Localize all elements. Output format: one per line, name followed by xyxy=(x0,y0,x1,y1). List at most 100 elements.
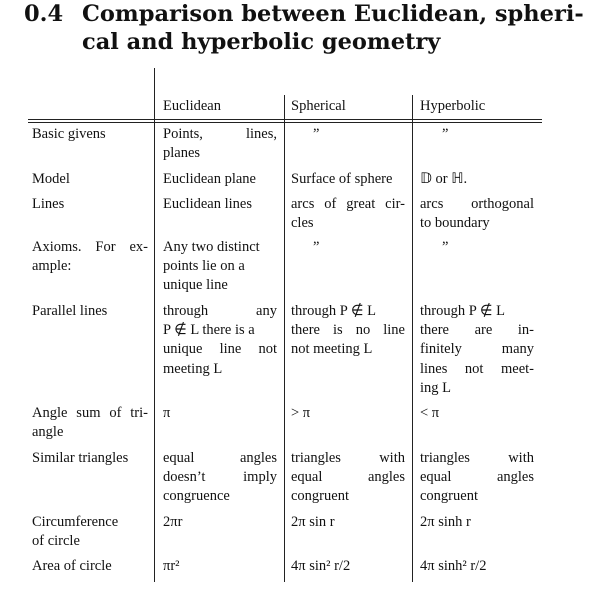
cell-spherical-row-5: through P ∉ L there is no line not meeting… xyxy=(291,302,405,360)
cell-hyperbolic-row-4: ” xyxy=(442,238,556,257)
cell-label-row-3: Lines xyxy=(32,195,148,214)
cell-line: ” xyxy=(313,239,320,255)
divider-spherical-column xyxy=(412,95,413,582)
cell-spherical-row-2: Surface of sphere xyxy=(291,170,405,189)
cell-spherical-row-7: triangles with equal angles congruent xyxy=(291,449,405,507)
cell-label-row-1: Basic givens xyxy=(32,125,148,144)
cell-line: triangles with xyxy=(420,450,534,466)
cell-line: Any two distinct xyxy=(163,239,260,255)
cell-euclidean-row-4: Any two distinct points lie on a unique li… xyxy=(163,238,277,296)
section-title-line-2: cal and hyperbolic geometry xyxy=(82,29,441,55)
cell-line: ” xyxy=(442,239,449,255)
section-number: 0.4 xyxy=(24,1,64,27)
cell-line: congruence xyxy=(163,488,230,505)
cell-label-row-6: Angle sum of tri-angle xyxy=(32,404,148,442)
cell-hyperbolic-row-1: ” xyxy=(442,125,556,144)
header-rule-bottom xyxy=(28,122,542,123)
cell-line: < π xyxy=(420,405,440,421)
cell-line: doesn’t imply xyxy=(163,469,277,486)
cell-line: 4π sin² r/2 xyxy=(291,558,351,574)
divider-label-column xyxy=(154,68,155,582)
cell-line: Euclidean plane xyxy=(163,171,256,187)
cell-line: ” xyxy=(313,126,320,142)
cell-line: equal angles xyxy=(291,469,405,486)
cell-hyperbolic-row-8: 2π sinh r xyxy=(420,513,534,532)
cell-euclidean-row-9: πr² xyxy=(163,557,277,576)
cell-line: there are in- xyxy=(420,322,534,339)
header-spherical: Spherical xyxy=(291,98,346,114)
cell-line: there is no line xyxy=(291,322,405,339)
cell-spherical-row-1: ” xyxy=(313,125,427,144)
cell-spherical-row-4: ” xyxy=(313,238,427,257)
cell-line: finitely many xyxy=(420,341,534,358)
header-euclidean: Euclidean xyxy=(163,98,221,114)
cell-euclidean-row-2: Euclidean plane xyxy=(163,170,277,189)
header-rule-top xyxy=(28,119,542,120)
cell-line: ing L xyxy=(420,379,452,396)
cell-line: equal angles xyxy=(163,450,277,466)
cell-hyperbolic-row-7: triangles with equal angles congruent xyxy=(420,449,534,507)
cell-line: angle xyxy=(32,424,64,441)
cell-line: not meeting L xyxy=(291,341,373,358)
cell-euclidean-row-6: π xyxy=(163,404,277,423)
cell-line: through any xyxy=(163,303,277,319)
cell-line: 𝔻 or ℍ. xyxy=(420,171,468,187)
cell-euclidean-row-8: 2πr xyxy=(163,513,277,532)
cell-line: π xyxy=(163,405,171,421)
cell-line: πr² xyxy=(163,558,180,574)
cell-line: through P ∉ L xyxy=(420,303,505,319)
cell-line: to boundary xyxy=(420,215,490,232)
cell-hyperbolic-row-3: arcs orthogonal to boundary xyxy=(420,195,534,233)
cell-line: Area of circle xyxy=(32,558,112,574)
cell-line: lines not meet- xyxy=(420,360,534,377)
cell-line: Parallel lines xyxy=(32,303,108,319)
cell-line: triangles with xyxy=(291,450,405,466)
cell-line: of circle xyxy=(32,533,80,550)
cell-hyperbolic-row-9: 4π sinh² r/2 xyxy=(420,557,534,576)
cell-line: ample: xyxy=(32,258,72,275)
cell-label-row-8: Circumference of circle xyxy=(32,513,148,551)
cell-line: Similar triangles xyxy=(32,450,129,466)
cell-euclidean-row-3: Euclidean lines xyxy=(163,195,277,214)
cell-line: through P ∉ L xyxy=(291,303,376,319)
cell-line: unique line not xyxy=(163,341,277,358)
cell-label-row-9: Area of circle xyxy=(32,557,148,576)
cell-line: equal angles xyxy=(420,469,534,486)
cell-line: Basic givens xyxy=(32,126,106,142)
cell-label-row-4: Axioms. For ex-ample: xyxy=(32,238,148,276)
section-title-line-1: Comparison between Euclidean, spheri- xyxy=(82,1,584,27)
cell-line: congruent xyxy=(291,488,349,505)
cell-label-row-7: Similar triangles xyxy=(32,449,148,468)
cell-line: unique line xyxy=(163,277,228,294)
cell-line: 2π sin r xyxy=(291,514,335,530)
cell-euclidean-row-7: equal angles doesn’t imply congruence xyxy=(163,449,277,507)
cell-label-row-5: Parallel lines xyxy=(32,302,148,321)
cell-line: arcs of great cir- xyxy=(291,196,405,212)
divider-euclidean-column xyxy=(284,95,285,582)
cell-line: Euclidean lines xyxy=(163,196,252,212)
cell-line: P ∉ L there is a xyxy=(163,322,255,339)
cell-line: points lie on a xyxy=(163,258,245,275)
cell-line: 4π sinh² r/2 xyxy=(420,558,487,574)
cell-line: Circumference xyxy=(32,514,119,530)
cell-euclidean-row-1: Points, lines, planes xyxy=(163,125,277,163)
header-hyperbolic: Hyperbolic xyxy=(420,98,486,114)
cell-label-row-2: Model xyxy=(32,170,148,189)
cell-line: Surface of sphere xyxy=(291,171,393,187)
cell-line: Axioms. For ex- xyxy=(32,239,148,255)
cell-line: ” xyxy=(442,126,449,142)
cell-line: > π xyxy=(291,405,311,421)
cell-hyperbolic-row-6: < π xyxy=(420,404,534,423)
cell-spherical-row-3: arcs of great cir-cles xyxy=(291,195,405,233)
cell-line: Points, lines, xyxy=(163,126,277,142)
cell-line: Lines xyxy=(32,196,65,212)
cell-hyperbolic-row-5: through P ∉ L there are in-finitely many l… xyxy=(420,302,534,398)
cell-line: cles xyxy=(291,215,314,232)
cell-line: meeting L xyxy=(163,360,223,377)
cell-line: congruent xyxy=(420,488,478,505)
cell-spherical-row-6: > π xyxy=(291,404,405,423)
cell-line: 2π sinh r xyxy=(420,514,471,530)
cell-spherical-row-9: 4π sin² r/2 xyxy=(291,557,405,576)
cell-line: Angle sum of tri- xyxy=(32,405,148,421)
cell-hyperbolic-row-2: 𝔻 or ℍ. xyxy=(420,170,534,189)
